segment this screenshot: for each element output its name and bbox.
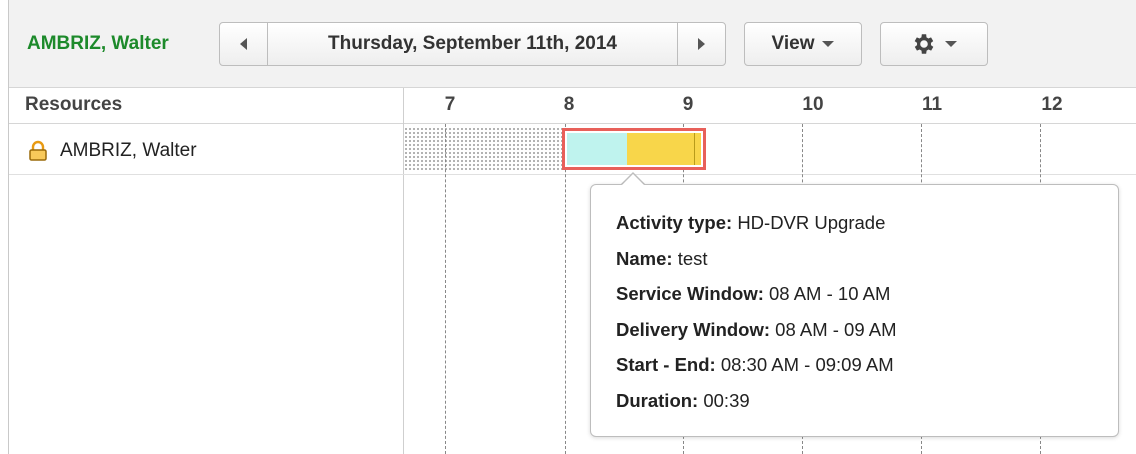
resource-row[interactable]: AMBRIZ, Walter: [28, 140, 197, 162]
activity-travel-segment: [567, 133, 627, 165]
selected-resource-name[interactable]: AMBRIZ, Walter: [27, 33, 169, 55]
activity-block[interactable]: [562, 128, 706, 170]
lock-icon: [29, 140, 47, 161]
hour-gridline: [445, 124, 446, 454]
tooltip-delivery-window: Delivery Window: 08 AM - 09 AM: [616, 319, 897, 340]
row-divider: [9, 174, 1136, 175]
hour-label: 8: [563, 94, 575, 115]
resources-column-header: Resources: [25, 94, 123, 115]
tooltip-start-end: Start - End: 08:30 AM - 09:09 AM: [616, 354, 894, 375]
hour-label: 12: [1041, 94, 1063, 115]
view-label: View: [771, 33, 815, 54]
date-label: Thursday, September 11th, 2014: [328, 33, 617, 54]
tooltip-activity-type: Activity type: HD-DVR Upgrade: [616, 212, 886, 233]
date-picker-button[interactable]: Thursday, September 11th, 2014: [267, 22, 678, 66]
non-working-hours-area: [404, 127, 562, 171]
hour-label: 9: [682, 94, 694, 115]
activity-end-marker: [694, 133, 695, 165]
tooltip-service-window: Service Window: 08 AM - 10 AM: [616, 283, 891, 304]
view-menu-button[interactable]: View: [744, 22, 862, 66]
tooltip-name: Name: test: [616, 248, 708, 269]
hour-label: 7: [444, 94, 456, 115]
hour-label: 10: [802, 94, 824, 115]
resource-row-name: AMBRIZ, Walter: [60, 140, 197, 161]
gear-icon: [914, 34, 934, 54]
activity-tooltip: Activity type: HD-DVR Upgrade Name: test…: [590, 184, 1119, 437]
hour-label: 11: [921, 94, 943, 115]
activity-work-segment: [627, 133, 701, 165]
settings-menu-button[interactable]: [880, 22, 988, 66]
next-day-button[interactable]: [677, 22, 726, 66]
chevron-right-icon: [698, 38, 705, 50]
chevron-down-icon: [945, 41, 957, 47]
chevron-left-icon: [240, 38, 247, 50]
hour-gridline: [565, 124, 566, 454]
tooltip-pointer-fill: [621, 174, 645, 186]
tooltip-duration: Duration: 00:39: [616, 390, 750, 411]
previous-day-button[interactable]: [219, 22, 268, 66]
chevron-down-icon: [822, 41, 835, 47]
